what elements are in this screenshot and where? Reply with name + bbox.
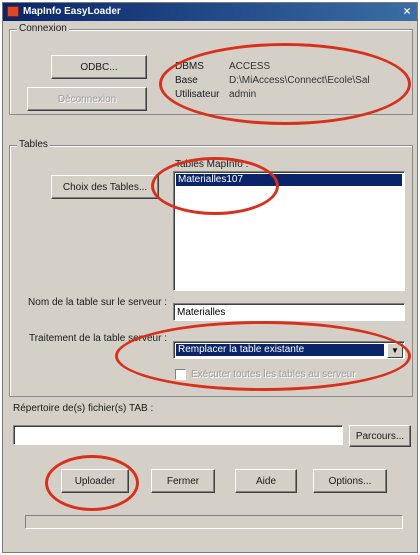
base-value: D:\MiAccess\Connect\Ecole\Sal [229, 75, 370, 86]
upload-progress-bar [25, 515, 403, 529]
user-value: admin [229, 89, 257, 100]
dialog-window: MapInfo EasyLoader × Connexion ODBC... D… [2, 2, 418, 553]
dbms-label: DBMS [175, 61, 204, 72]
server-table-name-input[interactable] [173, 303, 405, 321]
mapinfo-app-icon [7, 6, 19, 17]
odbc-button[interactable]: ODBC... [51, 55, 147, 79]
disconnect-button[interactable]: Déconnexion [27, 87, 147, 111]
mapinfo-tables-list[interactable]: Materialles107 [173, 171, 405, 291]
dbms-value: ACCESS [229, 61, 271, 72]
execute-tables-label: Exécuter toutes les tables au serveur [191, 369, 356, 380]
treatment-select[interactable]: Remplacer la table existante ▼ [173, 341, 405, 359]
repertoire-label: Répertoire de(s) fichier(s) TAB : [13, 403, 154, 414]
connexion-group-label: Connexion [17, 23, 69, 34]
treatment-label: Traitement de la table serveur : [28, 333, 167, 344]
server-name-label: Nom de la table sur le serveur : [28, 297, 167, 308]
window-title: MapInfo EasyLoader [23, 6, 121, 17]
close-button[interactable]: Fermer [151, 469, 215, 493]
chevron-down-icon[interactable]: ▼ [387, 343, 403, 358]
tables-list-label: Tables MapInfo : [175, 159, 249, 170]
treatment-selected-value: Remplacer la table existante [176, 344, 384, 356]
close-icon[interactable]: × [400, 4, 414, 18]
choose-tables-button[interactable]: Choix des Tables... [51, 175, 159, 199]
user-label: Utilisateur [175, 89, 220, 100]
tables-group-label: Tables [17, 139, 50, 150]
upload-button[interactable]: Uploader [61, 469, 129, 493]
base-label: Base [175, 75, 198, 86]
execute-tables-checkbox[interactable] [175, 369, 186, 380]
help-button[interactable]: Aide [235, 469, 297, 493]
browse-button[interactable]: Parcours... [349, 425, 411, 447]
options-button[interactable]: Options... [313, 469, 387, 493]
list-item[interactable]: Materialles107 [176, 174, 402, 186]
title-bar: MapInfo EasyLoader × [3, 3, 417, 21]
repertoire-input[interactable] [13, 425, 343, 445]
